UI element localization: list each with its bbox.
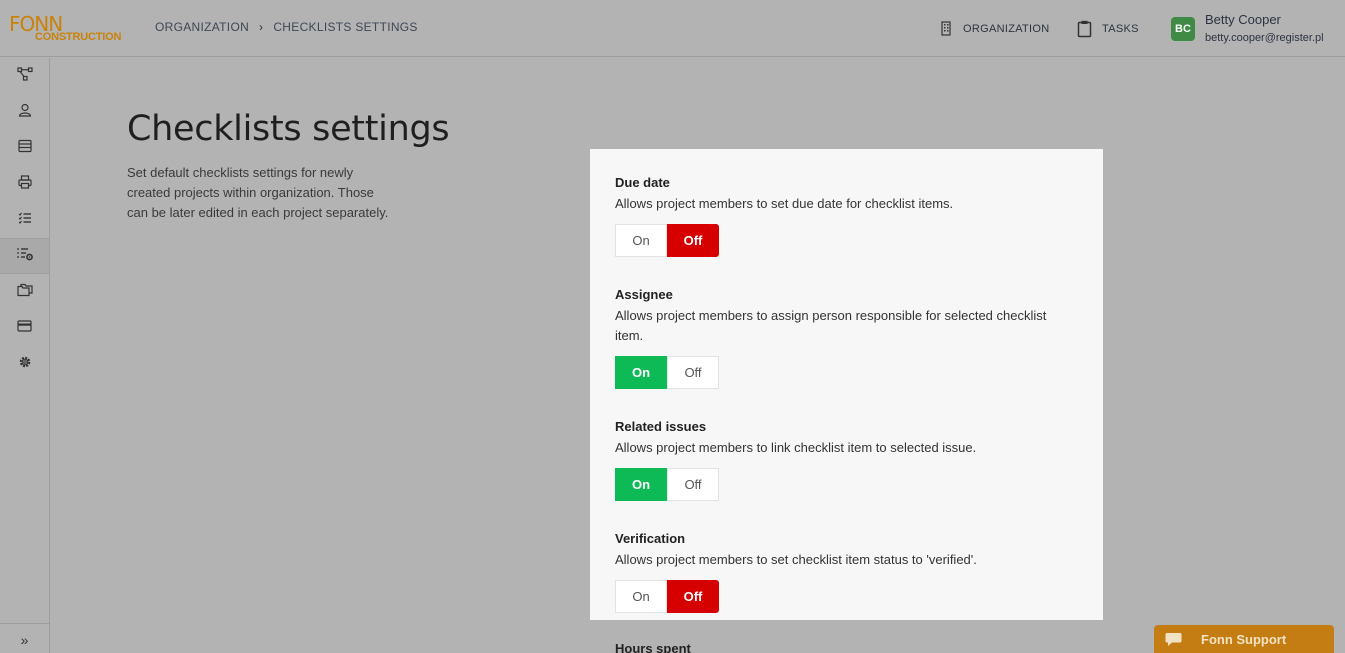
sidebar-divider (0, 623, 49, 624)
related-issues-toggle: On Off (615, 468, 719, 501)
gear-icon (18, 355, 32, 374)
breadcrumb-separator: › (259, 20, 263, 34)
verification-toggle: On Off (615, 580, 719, 613)
off-option[interactable]: Off (667, 580, 719, 613)
tasks-link[interactable]: TASKS (1077, 0, 1139, 57)
sidebar-item-folders[interactable] (0, 274, 49, 310)
database-icon (18, 139, 32, 158)
page-description: Set default checklists settings for newl… (127, 163, 397, 223)
sidebar-item-users[interactable] (0, 94, 49, 130)
sidebar-item-workflow[interactable] (0, 58, 49, 94)
expand-sidebar-icon[interactable]: » (0, 628, 49, 652)
clipboard-icon (1077, 20, 1092, 38)
sidebar-item-database[interactable] (0, 130, 49, 166)
off-option[interactable]: Off (667, 224, 719, 257)
settings-card: Due date Allows project members to set d… (590, 149, 1103, 620)
page-title: Checklists settings (127, 109, 449, 149)
setting-title: Related issues (615, 419, 1075, 434)
top-header: FONN CONSTRUCTION ORGANIZATION › CHECKLI… (0, 0, 1345, 57)
workflow-icon (17, 67, 33, 86)
off-option[interactable]: Off (667, 356, 719, 389)
tasks-label: TASKS (1102, 23, 1139, 35)
logo-subtext: CONSTRUCTION (35, 31, 121, 43)
due-date-toggle: On Off (615, 224, 719, 257)
user-email: betty.cooper@register.pl (1205, 32, 1324, 44)
breadcrumb: ORGANIZATION › CHECKLISTS SETTINGS (155, 20, 418, 34)
sidebar-item-print[interactable] (0, 166, 49, 202)
fonn-logo[interactable]: FONN CONSTRUCTION (9, 12, 129, 44)
card-icon (17, 319, 32, 337)
support-label: Fonn Support (1201, 632, 1286, 647)
on-option[interactable]: On (615, 224, 667, 257)
sidebar: » (0, 58, 50, 653)
setting-due-date: Due date Allows project members to set d… (615, 175, 1075, 257)
setting-assignee: Assignee Allows project members to assig… (615, 287, 1075, 389)
setting-description: Allows project members to assign person … (615, 306, 1075, 346)
off-option[interactable]: Off (667, 468, 719, 501)
assignee-toggle: On Off (615, 356, 719, 389)
on-option[interactable]: On (615, 580, 667, 613)
avatar[interactable]: BC (1171, 17, 1195, 41)
setting-title: Assignee (615, 287, 1075, 302)
setting-description: Allows project members to set due date f… (615, 194, 1075, 214)
folders-icon (17, 283, 33, 302)
setting-hours-spent-title: Hours spent (615, 641, 691, 653)
printer-icon (18, 175, 32, 194)
breadcrumb-organization[interactable]: ORGANIZATION (155, 20, 249, 34)
setting-title: Verification (615, 531, 1075, 546)
support-chat-button[interactable]: Fonn Support (1154, 625, 1334, 653)
sidebar-item-checklists-settings[interactable] (0, 238, 49, 274)
user-icon (18, 103, 32, 122)
user-name[interactable]: Betty Cooper (1205, 12, 1281, 27)
on-option[interactable]: On (615, 356, 667, 389)
checklist-settings-icon (16, 247, 34, 266)
chat-bubble-icon (1165, 632, 1182, 647)
organization-link[interactable]: ORGANIZATION (940, 0, 1050, 57)
checklist-icon (18, 211, 32, 229)
setting-title: Due date (615, 175, 1075, 190)
setting-description: Allows project members to set checklist … (615, 550, 1075, 570)
breadcrumb-current: CHECKLISTS SETTINGS (273, 20, 417, 34)
setting-verification: Verification Allows project members to s… (615, 531, 1075, 613)
sidebar-item-billing[interactable] (0, 310, 49, 346)
setting-related-issues: Related issues Allows project members to… (615, 419, 1075, 501)
building-icon (940, 21, 953, 36)
setting-description: Allows project members to link checklist… (615, 438, 1075, 458)
on-option[interactable]: On (615, 468, 667, 501)
sidebar-item-settings[interactable] (0, 346, 49, 382)
sidebar-item-checklists[interactable] (0, 202, 49, 238)
organization-label: ORGANIZATION (963, 23, 1050, 35)
